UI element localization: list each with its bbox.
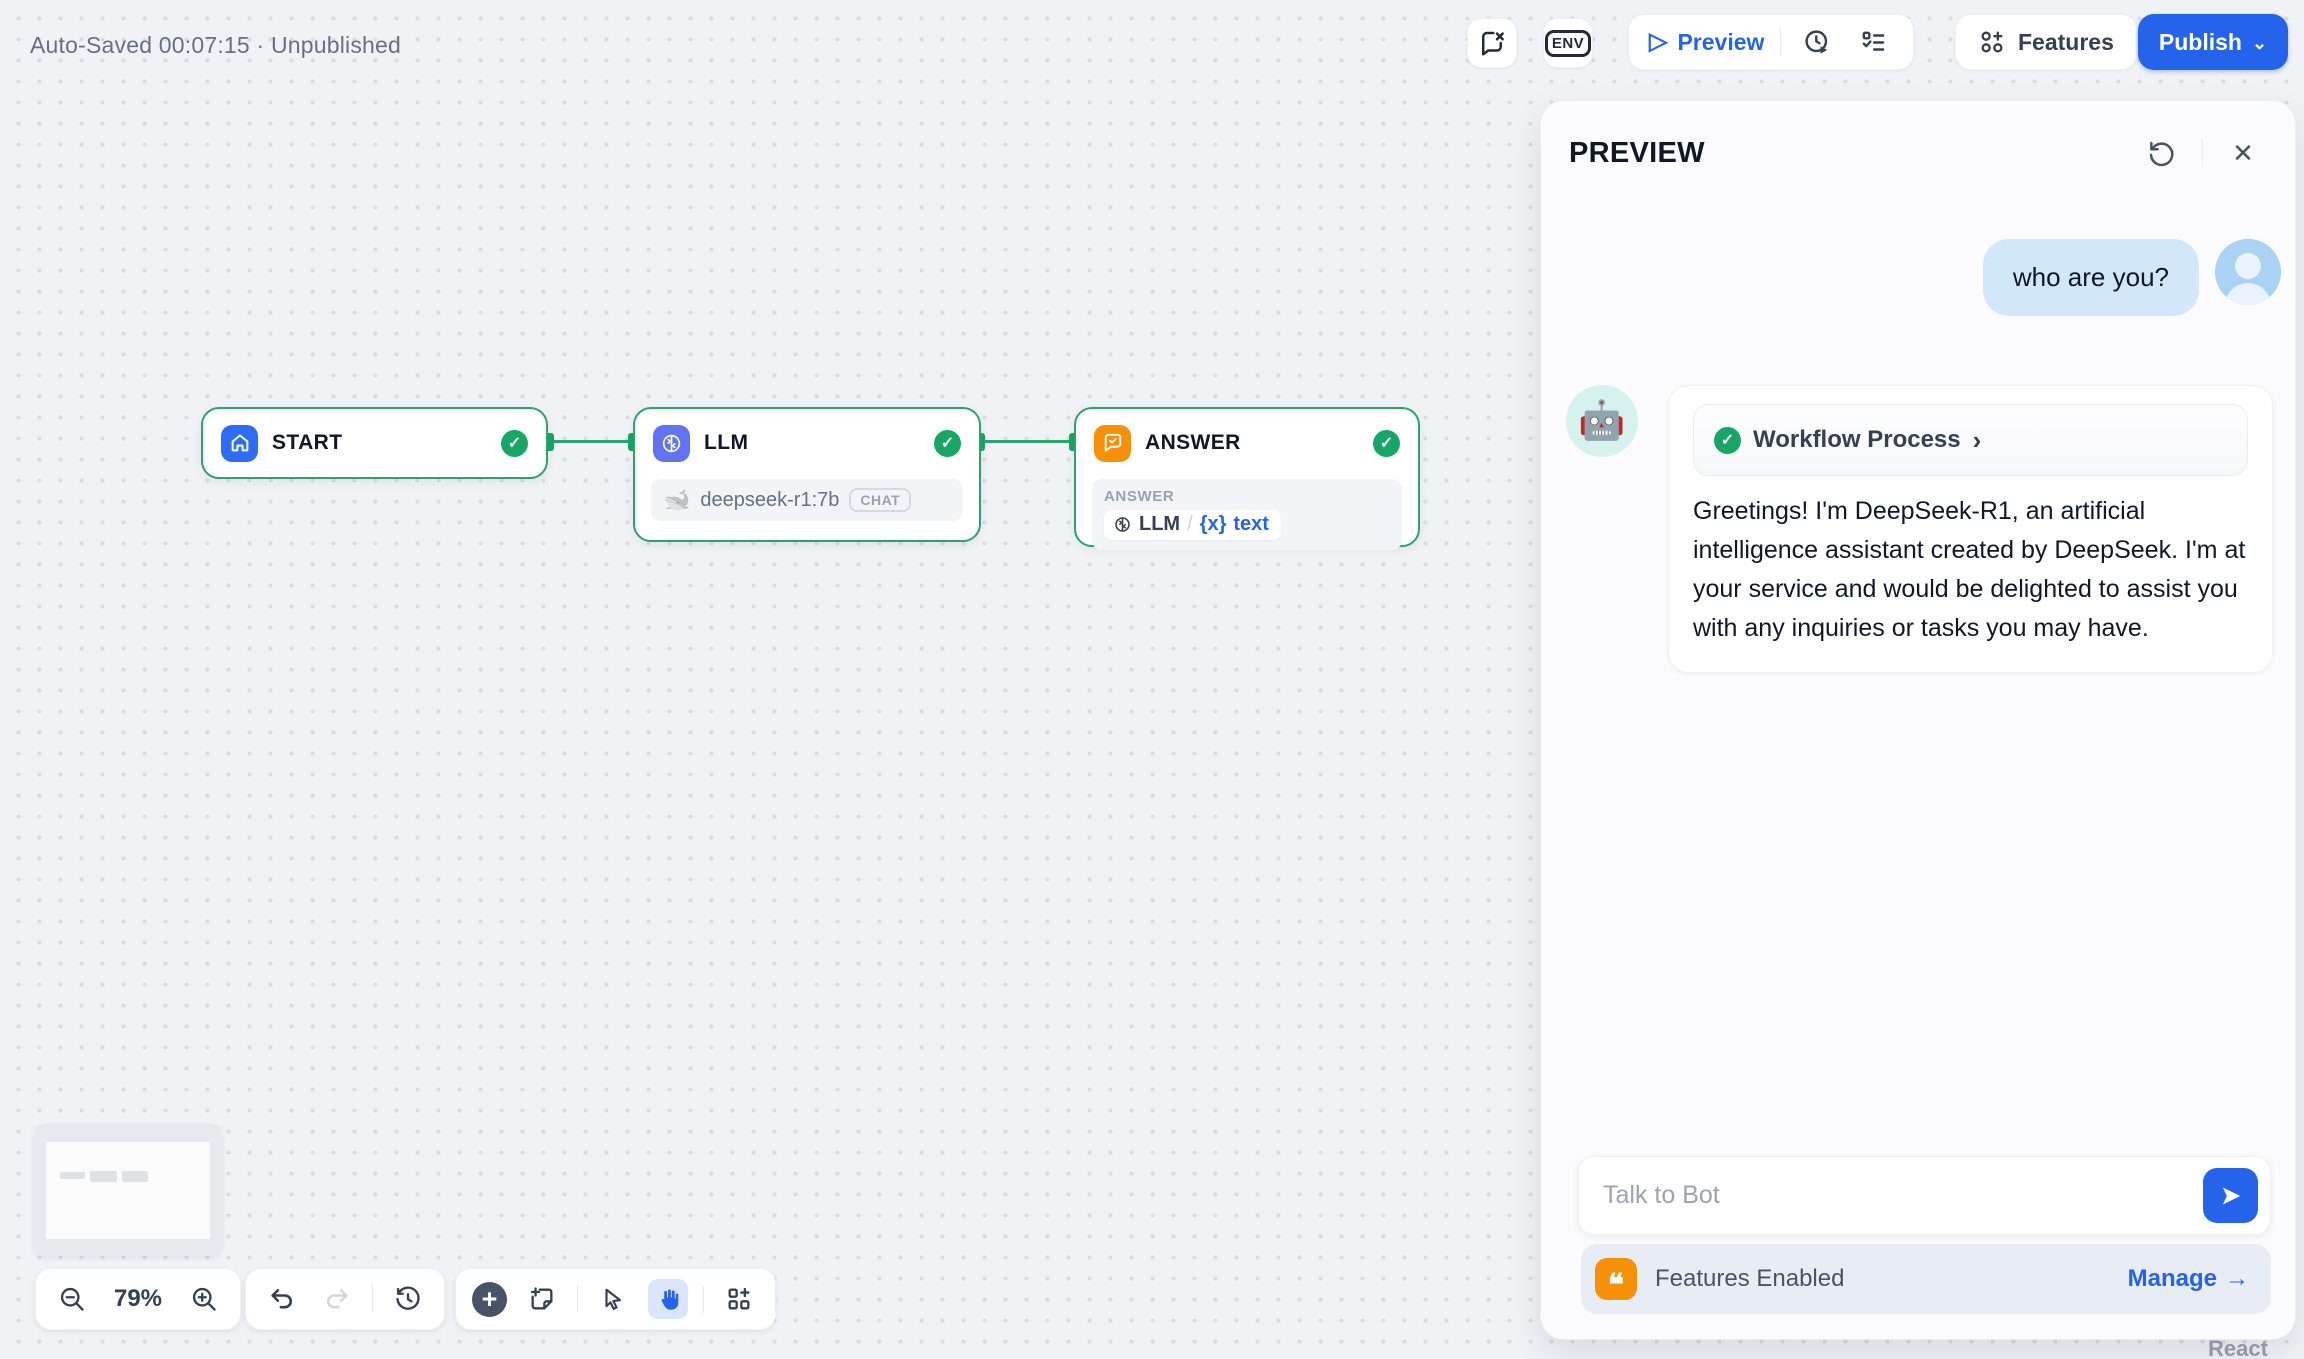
user-message-row: who are you?: [1982, 239, 2281, 316]
features-enabled-bar[interactable]: ❝ Features Enabled Manage →: [1581, 1244, 2271, 1314]
publish-button[interactable]: Publish ⌄: [2138, 14, 2288, 70]
minimap-viewport[interactable]: [46, 1142, 210, 1239]
manage-label: Manage: [2127, 1265, 2217, 1292]
environment-variables-button[interactable]: ENV: [1543, 18, 1593, 68]
chevron-right-icon: ›: [1972, 424, 1982, 455]
answer-icon: [1094, 424, 1131, 462]
zoom-controls: 79%: [35, 1268, 241, 1330]
start-success-icon: ✓: [501, 429, 528, 457]
answer-section-label: ANSWER: [1104, 488, 1175, 505]
send-button[interactable]: [2203, 1168, 2258, 1223]
features-label: Features: [2018, 28, 2114, 55]
run-history-icon: [1803, 28, 1832, 57]
variable-node-icon: [1113, 515, 1132, 534]
chat-input[interactable]: [1603, 1181, 2203, 1210]
workflow-process-toggle[interactable]: ✓ Workflow Process ›: [1693, 404, 2248, 476]
model-type-badge: CHAT: [849, 488, 912, 512]
node-answer[interactable]: ANSWER ✓ ANSWER LLM / {x} text: [1074, 407, 1420, 550]
variable-separator: /: [1187, 513, 1193, 535]
canvas-tools: +: [455, 1268, 776, 1330]
preview-title: PREVIEW: [1569, 136, 1705, 169]
controls-divider: [372, 1285, 373, 1313]
tools-divider: [703, 1285, 704, 1313]
variable-source-node: LLM: [1139, 513, 1181, 535]
chat-variable-button[interactable]: [1467, 18, 1517, 68]
edge-llm-answer[interactable]: [979, 440, 1076, 443]
node-start-title: START: [272, 431, 343, 454]
minimap[interactable]: [34, 1124, 222, 1256]
bot-message-text: Greetings! I'm DeepSeek-R1, an artificia…: [1693, 497, 2246, 642]
pointer-mode-button[interactable]: [593, 1279, 633, 1319]
quote-icon: ❝: [1595, 1258, 1637, 1301]
arrow-right-icon: →: [2225, 1265, 2249, 1292]
answer-output-panel: ANSWER LLM / {x} text: [1092, 479, 1402, 550]
checklist-icon: [1859, 28, 1888, 57]
hand-mode-button[interactable]: [648, 1279, 688, 1319]
preview-run-label: Preview: [1677, 28, 1765, 55]
user-message-bubble: who are you?: [1982, 239, 2199, 316]
publish-label: Publish: [2158, 28, 2242, 55]
close-icon: ✕: [2232, 137, 2254, 168]
bot-message-card: ✓ Workflow Process › Greetings! I'm Deep…: [1668, 385, 2273, 673]
zoom-out-button[interactable]: [52, 1279, 92, 1319]
variable-x-icon: {x}: [1199, 513, 1227, 535]
model-name: deepseek-r1:7b: [700, 488, 840, 511]
chat-variable-icon: [1477, 28, 1507, 58]
user-avatar-body: [2225, 283, 2271, 305]
preview-header: PREVIEW ✕: [1569, 129, 2265, 177]
undo-button[interactable]: [262, 1279, 302, 1319]
preview-run-button[interactable]: ▷ Preview: [1649, 29, 1764, 56]
node-llm[interactable]: LLM ✓ 🐋 deepseek-r1:7b CHAT: [633, 407, 981, 542]
env-icon: ENV: [1544, 29, 1592, 57]
node-answer-title: ANSWER: [1145, 431, 1241, 454]
bot-avatar: 🤖: [1566, 385, 1638, 457]
answer-variable-pill[interactable]: LLM / {x} text: [1104, 510, 1281, 540]
restart-conversation-button[interactable]: [2140, 131, 2184, 175]
variable-name: text: [1233, 513, 1269, 535]
features-icon: [1978, 28, 2006, 56]
llm-model-selector[interactable]: 🐋 deepseek-r1:7b CHAT: [651, 479, 963, 521]
features-enabled-label: Features Enabled: [1655, 1265, 1845, 1292]
llm-icon: [653, 424, 690, 462]
zoom-in-button[interactable]: [184, 1279, 224, 1319]
preview-panel: PREVIEW ✕ who are you? 🤖 ✓ Workflow Proc…: [1540, 100, 2296, 1340]
run-toolbar: ▷ Preview: [1628, 14, 1915, 70]
history-controls: [245, 1268, 445, 1330]
minimap-node: [60, 1172, 85, 1179]
deepseek-model-icon: 🐋: [663, 487, 691, 512]
process-success-icon: ✓: [1714, 426, 1741, 454]
redo-button[interactable]: [317, 1279, 357, 1319]
user-avatar-head: [2235, 253, 2261, 279]
minimap-node: [90, 1171, 117, 1182]
user-avatar: [2215, 239, 2281, 305]
chevron-down-icon: ⌄: [2251, 32, 2268, 53]
chat-input-card: [1578, 1156, 2271, 1235]
add-node-button[interactable]: +: [472, 1281, 507, 1317]
bot-message-row: 🤖 ✓ Workflow Process › Greetings! I'm De…: [1566, 385, 2273, 673]
add-note-button[interactable]: [522, 1279, 562, 1319]
llm-success-icon: ✓: [934, 429, 961, 457]
header-divider: [2202, 139, 2203, 167]
home-icon: [221, 424, 258, 462]
close-preview-button[interactable]: ✕: [2221, 131, 2265, 175]
edge-start-llm[interactable]: [549, 440, 635, 443]
change-history-button[interactable]: [388, 1279, 428, 1319]
play-icon: ▷: [1649, 28, 1668, 55]
features-button[interactable]: Features: [1955, 14, 2137, 70]
organize-blocks-button[interactable]: [719, 1279, 759, 1319]
node-start[interactable]: START ✓: [201, 407, 548, 479]
run-history-button[interactable]: [1797, 22, 1837, 62]
node-llm-title: LLM: [704, 431, 749, 454]
checklist-button[interactable]: [1853, 22, 1893, 62]
zoom-level[interactable]: 79%: [107, 1285, 169, 1313]
minimap-node: [122, 1171, 148, 1182]
workflow-process-label: Workflow Process: [1753, 426, 1961, 453]
manage-features-link[interactable]: Manage →: [2128, 1265, 2249, 1293]
answer-success-icon: ✓: [1373, 429, 1400, 457]
toolbar-divider: [1780, 28, 1782, 56]
autosave-status: Auto-Saved 00:07:15 · Unpublished: [30, 32, 402, 58]
tools-divider: [577, 1285, 578, 1313]
